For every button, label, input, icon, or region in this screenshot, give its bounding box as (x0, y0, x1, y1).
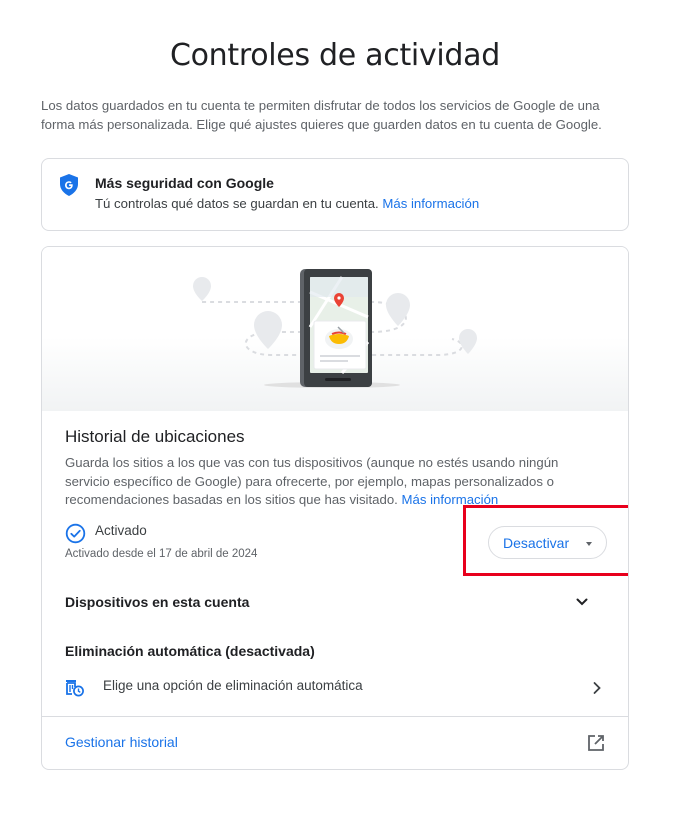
security-card: Más seguridad con Google Tú controlas qu… (41, 158, 629, 231)
auto-delete-icon (66, 680, 84, 697)
security-card-text: Tú controlas qué datos se guardan en tu … (95, 196, 379, 211)
chevron-right-icon (593, 682, 601, 694)
auto-delete-title: Eliminación automática (desactivada) (65, 643, 315, 659)
location-history-description-block: Guarda los sitios a los que vas con tus … (65, 454, 595, 510)
auto-delete-option-label: Elige una opción de eliminación automáti… (103, 678, 363, 693)
google-shield-icon (60, 174, 78, 196)
auto-delete-option-row[interactable]: Elige una opción de eliminación automáti… (42, 667, 628, 709)
status-since-text: Activado desde el 17 de abril de 2024 (65, 548, 258, 560)
manage-history-label: Gestionar historial (65, 734, 178, 750)
status-text: Activado (95, 523, 147, 538)
check-circle-icon (65, 523, 86, 544)
devices-label: Dispositivos en esta cuenta (65, 594, 250, 610)
manage-history-link[interactable]: Gestionar historial (42, 717, 628, 769)
page-intro: Los datos guardados en tu cuenta te perm… (41, 98, 602, 132)
location-history-illustration (42, 247, 628, 411)
highlight-box (463, 505, 628, 576)
open-in-new-icon (588, 735, 604, 751)
page-title: Controles de actividad (169, 38, 501, 73)
location-history-title: Historial de ubicaciones (65, 427, 245, 446)
location-history-card: Historial de ubicaciones Guarda los siti… (41, 246, 629, 770)
security-more-info-link[interactable]: Más información (382, 196, 479, 211)
devices-expander[interactable]: Dispositivos en esta cuenta (42, 577, 628, 627)
security-card-title: Más seguridad con Google (95, 175, 274, 191)
security-card-text-row: Tú controlas qué datos se guardan en tu … (95, 196, 479, 211)
chevron-down-icon (576, 598, 588, 606)
